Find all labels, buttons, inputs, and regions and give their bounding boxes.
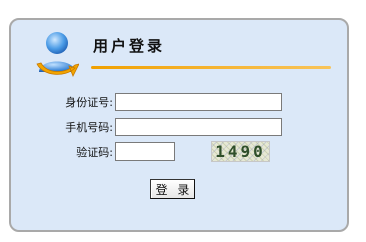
- captcha-input[interactable]: [115, 142, 175, 161]
- id-number-input[interactable]: [115, 93, 282, 111]
- login-panel: 用户登录 身份证号: 手机号码: 验证码: 1490 登 录: [9, 18, 349, 232]
- id-number-label: 身份证号:: [65, 96, 113, 109]
- phone-number-input[interactable]: [115, 118, 282, 136]
- captcha-label: 验证码:: [76, 146, 113, 159]
- panel-title: 用户登录: [93, 37, 166, 55]
- user-avatar-icon: [36, 32, 79, 77]
- captcha-image[interactable]: 1490: [211, 141, 270, 162]
- title-divider: [91, 66, 331, 69]
- phone-number-label: 手机号码:: [65, 121, 113, 134]
- login-button[interactable]: 登 录: [150, 179, 195, 199]
